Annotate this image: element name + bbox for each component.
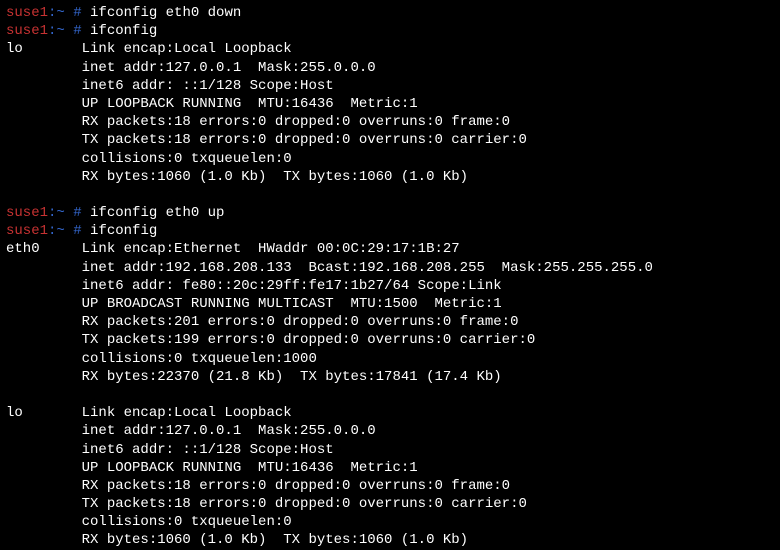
lo-block-1-line: UP LOOPBACK RUNNING MTU:16436 Metric:1 xyxy=(6,95,774,113)
lo1-flags: UP LOOPBACK RUNNING MTU:16436 Metric:1 xyxy=(82,96,418,112)
command-ifconfig-2: ifconfig xyxy=(90,223,157,239)
eth0-tx: TX packets:199 errors:0 dropped:0 overru… xyxy=(82,332,536,348)
lo2-bytes: RX bytes:1060 (1.0 Kb) TX bytes:1060 (1.… xyxy=(82,532,468,548)
command-eth0-down: ifconfig eth0 down xyxy=(90,5,241,21)
lo-block-1-line: RX packets:18 errors:0 dropped:0 overrun… xyxy=(6,113,774,131)
prompt-line-1[interactable]: suse1:~ # ifconfig eth0 down xyxy=(6,4,774,22)
eth0-block-line: inet addr:192.168.208.133 Bcast:192.168.… xyxy=(6,259,774,277)
lo-block-1-line: TX packets:18 errors:0 dropped:0 overrun… xyxy=(6,131,774,149)
lo-block-1-line: inet addr:127.0.0.1 Mask:255.0.0.0 xyxy=(6,59,774,77)
prompt-line-2[interactable]: suse1:~ # ifconfig xyxy=(6,22,774,40)
blank-line xyxy=(6,386,774,404)
eth0-block-line: TX packets:199 errors:0 dropped:0 overru… xyxy=(6,331,774,349)
lo-block-2-line: inet addr:127.0.0.1 Mask:255.0.0.0 xyxy=(6,422,774,440)
eth0-rx: RX packets:201 errors:0 dropped:0 overru… xyxy=(82,314,519,330)
lo2-linkencap: Link encap:Local Loopback xyxy=(82,405,292,421)
blank-line xyxy=(6,186,774,204)
eth0-inet6: inet6 addr: fe80::20c:29ff:fe17:1b27/64 … xyxy=(82,278,502,294)
prompt-host: suse1 xyxy=(6,205,48,221)
lo1-inet: inet addr:127.0.0.1 Mask:255.0.0.0 xyxy=(82,60,376,76)
lo-block-2-line: collisions:0 txqueuelen:0 xyxy=(6,513,774,531)
lo1-linkencap: Link encap:Local Loopback xyxy=(82,41,292,57)
command-ifconfig-1: ifconfig xyxy=(90,23,157,39)
lo1-bytes: RX bytes:1060 (1.0 Kb) TX bytes:1060 (1.… xyxy=(82,169,468,185)
lo2-flags: UP LOOPBACK RUNNING MTU:16436 Metric:1 xyxy=(82,460,418,476)
prompt-host: suse1 xyxy=(6,223,48,239)
prompt-host: suse1 xyxy=(6,5,48,21)
lo-block-2-line: inet6 addr: ::1/128 Scope:Host xyxy=(6,441,774,459)
prompt-path: :~ # xyxy=(48,223,82,239)
iface-lo: lo xyxy=(6,404,82,422)
lo-block-2-line: UP LOOPBACK RUNNING MTU:16436 Metric:1 xyxy=(6,459,774,477)
lo2-inet: inet addr:127.0.0.1 Mask:255.0.0.0 xyxy=(82,423,376,439)
eth0-block-line: RX bytes:22370 (21.8 Kb) TX bytes:17841 … xyxy=(6,368,774,386)
lo-block-1-line: inet6 addr: ::1/128 Scope:Host xyxy=(6,77,774,95)
lo2-inet6: inet6 addr: ::1/128 Scope:Host xyxy=(82,442,334,458)
lo-block-1-line: RX bytes:1060 (1.0 Kb) TX bytes:1060 (1.… xyxy=(6,168,774,186)
eth0-flags: UP BROADCAST RUNNING MULTICAST MTU:1500 … xyxy=(82,296,502,312)
prompt-path: :~ # xyxy=(48,23,82,39)
lo1-tx: TX packets:18 errors:0 dropped:0 overrun… xyxy=(82,132,527,148)
eth0-inet: inet addr:192.168.208.133 Bcast:192.168.… xyxy=(82,260,653,276)
lo1-coll: collisions:0 txqueuelen:0 xyxy=(82,151,292,167)
lo2-coll: collisions:0 txqueuelen:0 xyxy=(82,514,292,530)
lo-block-2-line: TX packets:18 errors:0 dropped:0 overrun… xyxy=(6,495,774,513)
lo2-rx: RX packets:18 errors:0 dropped:0 overrun… xyxy=(82,478,510,494)
prompt-path: :~ # xyxy=(48,5,82,21)
iface-lo: lo xyxy=(6,40,82,58)
prompt-path: :~ # xyxy=(48,205,82,221)
lo-block-1-line: loLink encap:Local Loopback xyxy=(6,40,774,58)
prompt-line-4[interactable]: suse1:~ # ifconfig xyxy=(6,222,774,240)
lo-block-2-line: loLink encap:Local Loopback xyxy=(6,404,774,422)
command-eth0-up: ifconfig eth0 up xyxy=(90,205,224,221)
eth0-linkencap: Link encap:Ethernet HWaddr 00:0C:29:17:1… xyxy=(82,241,460,257)
eth0-block-line: RX packets:201 errors:0 dropped:0 overru… xyxy=(6,313,774,331)
eth0-block-line: inet6 addr: fe80::20c:29ff:fe17:1b27/64 … xyxy=(6,277,774,295)
lo-block-2-line: RX bytes:1060 (1.0 Kb) TX bytes:1060 (1.… xyxy=(6,531,774,549)
eth0-block-line: UP BROADCAST RUNNING MULTICAST MTU:1500 … xyxy=(6,295,774,313)
eth0-block-line: eth0Link encap:Ethernet HWaddr 00:0C:29:… xyxy=(6,240,774,258)
eth0-block-line: collisions:0 txqueuelen:1000 xyxy=(6,350,774,368)
iface-eth0: eth0 xyxy=(6,240,82,258)
prompt-host: suse1 xyxy=(6,23,48,39)
eth0-bytes: RX bytes:22370 (21.8 Kb) TX bytes:17841 … xyxy=(82,369,502,385)
lo-block-2-line: RX packets:18 errors:0 dropped:0 overrun… xyxy=(6,477,774,495)
lo-block-1-line: collisions:0 txqueuelen:0 xyxy=(6,150,774,168)
prompt-line-3[interactable]: suse1:~ # ifconfig eth0 up xyxy=(6,204,774,222)
lo1-inet6: inet6 addr: ::1/128 Scope:Host xyxy=(82,78,334,94)
eth0-coll: collisions:0 txqueuelen:1000 xyxy=(82,351,317,367)
lo1-rx: RX packets:18 errors:0 dropped:0 overrun… xyxy=(82,114,510,130)
